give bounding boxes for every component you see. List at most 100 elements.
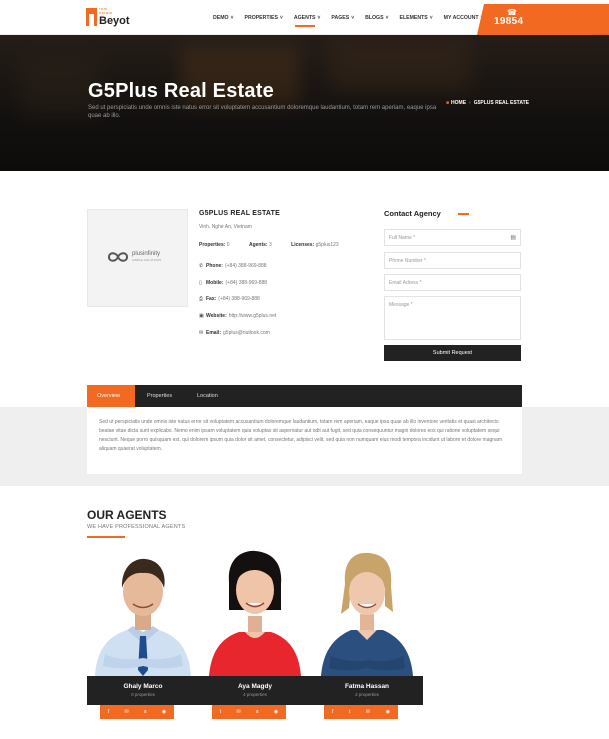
agent-properties-count: 0 properties — [131, 692, 155, 697]
tab-overview[interactable]: Overview — [87, 385, 135, 407]
contact-label: Phone: — [206, 263, 223, 269]
logo-name: Beyot — [99, 15, 130, 27]
agent-info: Fatma Hassan 2 properties — [311, 676, 423, 705]
phone-box[interactable]: ☎ 19854 — [477, 4, 609, 35]
main-nav: DEMO ˅ PROPERTIES ˅ AGENTS ˅ PAGES ˅ BLOGS ˅ … — [213, 0, 494, 35]
stat-agents: Agents: 3 — [249, 242, 272, 248]
stat-label: Agents: — [248, 242, 268, 248]
contact-value: (+84) 388-969-888 — [218, 296, 260, 302]
email-icon: ✉ — [199, 330, 204, 336]
nav-item-properties[interactable]: PROPERTIES ˅ — [244, 0, 282, 35]
contact-fax: ⎙ Fax: (+84) 388-969-888 — [199, 296, 260, 302]
agent-properties-count: 2 properties — [355, 692, 379, 697]
agency-tabs: Overview Properties Location — [87, 385, 522, 407]
chevron-down-icon: ˅ — [429, 15, 433, 21]
agent-card[interactable]: Aya Magdy 4 properties t ✉ s ◉ — [199, 548, 311, 720]
phone-icon: ✆ — [199, 263, 204, 269]
infinity-logo-icon — [107, 252, 129, 262]
nav-label: PROPERTIES — [244, 15, 278, 21]
globe-icon[interactable]: ◉ — [386, 709, 390, 715]
twitter-icon[interactable]: t — [349, 709, 350, 715]
submit-request-button[interactable]: Submit Request — [384, 345, 521, 361]
fax-icon: ⎙ — [199, 296, 204, 302]
contact-value[interactable]: g5plus@outlook.com — [223, 330, 270, 336]
contact-label: Email: — [206, 330, 222, 336]
contact-value[interactable]: (+84) 388-969-888 — [226, 280, 268, 286]
globe-icon[interactable]: ◉ — [274, 709, 278, 715]
agent-photo[interactable] — [87, 548, 199, 676]
email-icon[interactable]: ✉ — [236, 709, 240, 715]
facebook-icon[interactable]: f — [108, 709, 109, 715]
site-logo[interactable]: real estate Beyot — [86, 6, 134, 30]
page: { "colors":{"accent":"#f26a21","dark":"#… — [0, 0, 609, 739]
website-icon: ▣ — [199, 313, 204, 319]
skype-icon[interactable]: s — [256, 709, 259, 715]
nav-item-elements[interactable]: ELEMENTS ˅ — [399, 0, 432, 35]
agent-name[interactable]: Ghaly Marco — [87, 676, 199, 690]
facebook-icon[interactable]: f — [332, 709, 333, 715]
stat-label: Properties: — [199, 242, 226, 248]
input-placeholder: Email Adress * — [389, 280, 422, 286]
email-icon[interactable]: ✉ — [366, 709, 370, 715]
agency-name: G5PLUS REAL ESTATE — [199, 210, 280, 217]
section-title: OUR AGENTS — [87, 508, 167, 522]
contact-value[interactable]: (+84) 388-969-888 — [225, 263, 267, 269]
input-placeholder: Message * — [389, 302, 413, 308]
agency-stats: Properties: 0 Agents: 3 Licenses: g5plus… — [199, 242, 357, 248]
nav-label: AGENTS — [293, 15, 316, 21]
contact-mobile: ▯ Mobile: (+84) 388-969-888 — [199, 280, 267, 286]
agency-logo-text: plusinfinity — [132, 251, 161, 257]
breadcrumb-home[interactable]: HOME — [451, 100, 466, 106]
nav-item-demo[interactable]: DEMO ˅ — [213, 0, 233, 35]
contact-card-icon: ▤ — [510, 235, 516, 241]
nav-item-my-account[interactable]: MY ACCOUNT˅ — [444, 0, 484, 35]
email-input[interactable]: Email Adress * — [384, 274, 521, 291]
logo-mark-icon — [86, 8, 97, 26]
stat-label: Licenses: — [291, 242, 315, 248]
stat-licenses: Licenses: g5plus123 — [291, 242, 339, 248]
agent-social-links: t ✉ s ◉ — [212, 705, 286, 719]
page-hero: G5Plus Real Estate Sed ut perspiciatis u… — [0, 35, 609, 171]
contact-label: Mobile: — [206, 280, 224, 286]
agent-info: Aya Magdy 4 properties — [199, 676, 311, 705]
twitter-icon[interactable]: t — [220, 709, 221, 715]
nav-item-pages[interactable]: PAGES ˅ — [331, 0, 354, 35]
agent-card[interactable]: Ghaly Marco 0 properties f ✉ s ◉ — [87, 548, 199, 720]
agent-info: Ghaly Marco 0 properties — [87, 676, 199, 705]
input-placeholder: Full Name * — [389, 235, 416, 241]
phone-number: 19854 — [494, 16, 524, 27]
home-icon: ■ — [446, 100, 450, 106]
message-textarea[interactable]: Message * — [384, 296, 521, 340]
agent-properties-count: 4 properties — [243, 692, 267, 697]
phone-input[interactable]: Phone Number * — [384, 252, 521, 269]
agent-photo[interactable] — [311, 548, 423, 676]
nav-item-agents[interactable]: AGENTS ˅ — [293, 0, 320, 35]
overview-content: Sed ut perspiciatis unde omnis iste natu… — [87, 407, 522, 474]
nav-item-blogs[interactable]: BLOGS ˅ — [365, 0, 388, 35]
email-icon[interactable]: ✉ — [124, 709, 128, 715]
tab-location[interactable]: Location — [187, 385, 228, 407]
skype-icon[interactable]: s — [144, 709, 147, 715]
chevron-down-icon: ˅ — [351, 15, 355, 21]
contact-website: ▣ Website: http://www.g5plus.net — [199, 313, 276, 319]
tab-properties[interactable]: Properties — [137, 385, 182, 407]
active-indicator — [294, 25, 315, 27]
agency-address: Vinh, Nghe An, Vietnam — [199, 224, 252, 230]
nav-label: DEMO — [213, 15, 229, 21]
title-underline — [458, 213, 469, 215]
agency-logo: plusinfinity SIMPLE SOLUTIONS — [107, 250, 169, 264]
stat-value: g5plus123 — [315, 242, 339, 248]
nav-label: PAGES — [331, 15, 350, 21]
agent-name[interactable]: Aya Magdy — [199, 676, 311, 690]
agent-social-links: f t ✉ ◉ — [324, 705, 398, 719]
full-name-input[interactable]: Full Name * ▤ — [384, 229, 521, 246]
contact-label: Website: — [206, 313, 227, 319]
contact-value[interactable]: http://www.g5plus.net — [229, 313, 277, 319]
breadcrumb-current: G5PLUS REAL ESTATE — [473, 100, 529, 106]
agent-photo[interactable] — [199, 548, 311, 676]
agent-name[interactable]: Fatma Hassan — [311, 676, 423, 690]
chevron-down-icon: ˅ — [279, 15, 283, 21]
breadcrumb-separator-icon: › — [469, 100, 471, 106]
globe-icon[interactable]: ◉ — [162, 709, 166, 715]
agent-card[interactable]: Fatma Hassan 2 properties f t ✉ ◉ — [311, 548, 423, 720]
